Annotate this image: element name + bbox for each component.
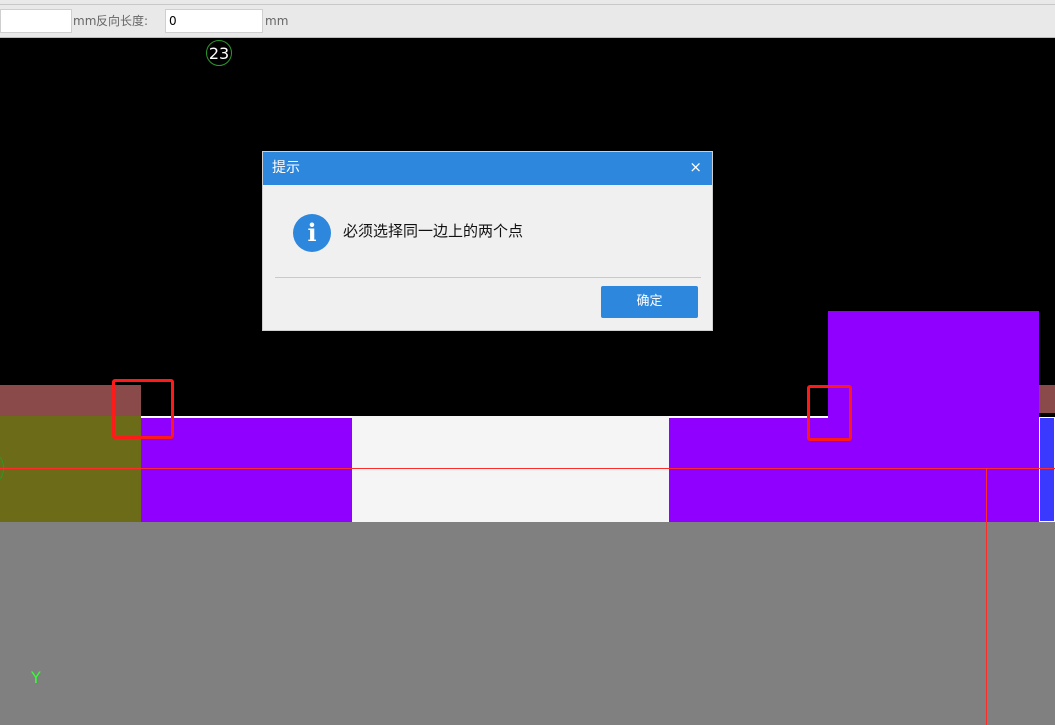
- second-unit-label: mm: [265, 14, 289, 28]
- reverse-length-input[interactable]: 0: [165, 9, 263, 33]
- unit-label: mm: [73, 14, 97, 28]
- dialog-header: 提示 ×: [263, 152, 712, 185]
- gray-region: [0, 522, 1055, 725]
- top-toolbar: mm 反向长度: 0 mm: [0, 0, 1055, 38]
- purple-region-right: [828, 311, 1039, 522]
- first-length-input[interactable]: [0, 9, 72, 33]
- purple-region-middle: [669, 416, 828, 522]
- confirm-button[interactable]: 确定: [601, 286, 698, 318]
- y-axis-label: Y: [31, 668, 41, 687]
- dialog-title: 提示: [272, 160, 300, 176]
- highlight-box-left: [112, 379, 174, 439]
- toolbar-divider: [0, 4, 1055, 5]
- dialog-separator: [275, 277, 701, 278]
- dialog-message: 必须选择同一边上的两个点: [343, 222, 524, 240]
- white-region: [352, 416, 669, 522]
- reverse-length-label: 反向长度:: [96, 14, 149, 28]
- blue-region: [1039, 417, 1055, 522]
- close-icon[interactable]: ×: [689, 158, 702, 176]
- highlight-box-right: [807, 385, 852, 441]
- alert-dialog: 提示 × i 必须选择同一边上的两个点 确定: [262, 151, 713, 331]
- point-number-badge[interactable]: 23: [206, 40, 232, 66]
- brown-strip-right: [1039, 385, 1055, 413]
- crosshair-horizontal: [0, 468, 1055, 469]
- crosshair-vertical: [986, 468, 987, 725]
- drawing-canvas[interactable]: 23 Y: [0, 38, 1055, 725]
- info-icon: i: [293, 214, 331, 252]
